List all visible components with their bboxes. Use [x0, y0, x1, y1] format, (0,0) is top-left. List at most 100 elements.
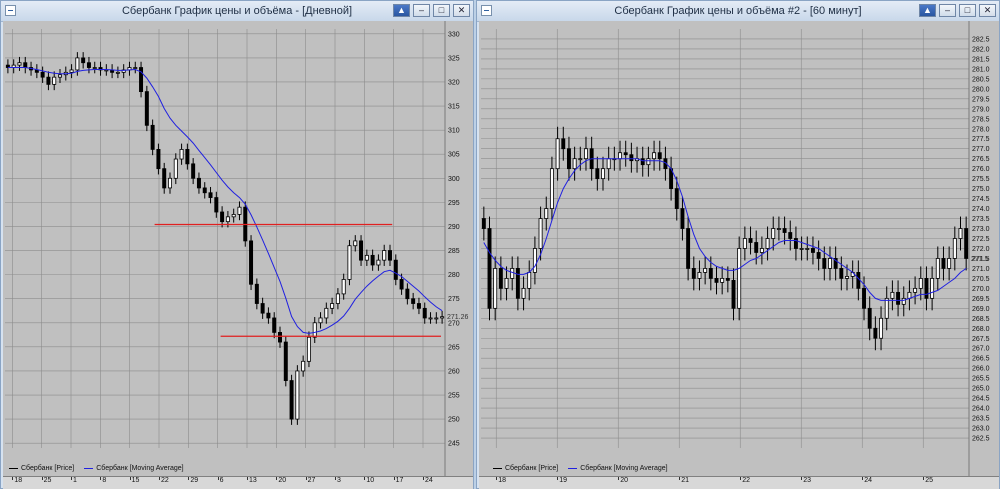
candle-body — [805, 248, 810, 250]
x-tick-label: 23 — [803, 477, 812, 484]
x-tick-mark — [862, 477, 864, 480]
x-tick-mark — [364, 477, 366, 480]
daily-chart-window[interactable]: Сбербанк График цены и объёма - [Дневной… — [0, 0, 474, 489]
price-legend-swatch — [493, 468, 502, 469]
x-tick-label: 15 — [131, 477, 140, 484]
y-tick-label: 268.5 — [972, 316, 990, 323]
candle-body — [17, 62, 22, 66]
x-tick-label: 25 — [43, 477, 52, 484]
candle-body — [640, 158, 645, 166]
x-tick-mark — [247, 477, 248, 480]
x-tick-label: 8 — [102, 477, 107, 484]
price-chart-area[interactable]: 245 250 255 260 265 270 275 280 285 290 295 300 305 3… — [3, 21, 473, 476]
candle-body — [759, 248, 764, 253]
x-tick-mark — [496, 477, 498, 480]
candle-body — [879, 317, 884, 339]
candle-body — [278, 332, 282, 343]
candle-body — [388, 250, 392, 261]
x-tick-mark — [12, 477, 14, 480]
y-tick-label: 270.5 — [972, 276, 990, 283]
minimize-button[interactable]: – — [939, 4, 956, 17]
y-tick-label: 275 — [448, 296, 460, 303]
candle-body — [566, 148, 571, 170]
maximize-button[interactable]: □ — [433, 4, 450, 17]
x-tick-label: 27 — [307, 477, 316, 484]
y-tick-label: 245 — [448, 441, 460, 448]
candlestick-chart: 262.5 263.0 263.5 264.0 264.5 265.0 265.5 266.0… — [481, 21, 990, 476]
x-tick-mark — [393, 477, 395, 480]
x-tick-mark — [679, 477, 681, 480]
y-tick-label: 274.5 — [972, 196, 990, 203]
candle-body — [947, 258, 952, 269]
candle-body — [952, 238, 957, 259]
candle-body — [52, 76, 57, 85]
y-tick-label: 330 — [448, 31, 460, 38]
y-tick-label: 273.0 — [972, 226, 990, 233]
window-titlebar[interactable]: Сбербанк График цены и объёма - [Дневной… — [1, 1, 473, 22]
pin-icon[interactable]: ▲ — [919, 4, 936, 17]
y-tick-label: 300 — [448, 176, 460, 183]
candle-body — [691, 268, 696, 279]
y-tick-label: 305 — [448, 152, 460, 159]
candle-body — [225, 216, 230, 223]
moving-average-line — [7, 67, 443, 334]
candle-body — [23, 62, 28, 68]
candle-body — [816, 252, 821, 259]
pin-icon[interactable]: ▲ — [393, 4, 410, 17]
candle-body — [370, 254, 375, 266]
y-tick-label: 282.0 — [972, 46, 990, 53]
candle-body — [81, 57, 86, 64]
hourly-chart-window[interactable]: Сбербанк График цены и объёма #2 - [60 м… — [476, 0, 1000, 489]
x-tick-mark — [618, 477, 620, 480]
candle-body — [538, 218, 543, 249]
y-tick-label: 278.0 — [972, 126, 990, 133]
legend-price: Сбербанк [Price] — [21, 465, 75, 472]
y-tick-label: 255 — [448, 393, 460, 400]
candle-body — [376, 259, 381, 266]
candle-body — [527, 272, 532, 289]
x-tick-mark — [129, 477, 131, 480]
window-titlebar[interactable]: Сбербанк График цены и объёма #2 - [60 м… — [477, 1, 999, 22]
minimize-button[interactable]: – — [413, 4, 430, 17]
candle-body — [788, 232, 793, 239]
candle-body — [353, 240, 358, 247]
maximize-button[interactable]: □ — [959, 4, 976, 17]
price-chart-area[interactable]: 262.5 263.0 263.5 264.0 264.5 265.0 265.5 266.0… — [479, 21, 999, 476]
close-button[interactable]: ✕ — [979, 4, 996, 17]
candle-body — [720, 278, 725, 283]
x-tick-mark — [801, 477, 803, 480]
x-tick-mark — [71, 477, 72, 480]
y-tick-label: 295 — [448, 200, 460, 207]
candle-body — [561, 138, 566, 150]
candle-body — [422, 307, 427, 319]
candle-body — [584, 148, 588, 160]
y-tick-label: 265.0 — [972, 386, 990, 393]
x-tick-label: 17 — [395, 477, 404, 484]
candle-body — [347, 245, 352, 280]
y-tick-label: 275.5 — [972, 176, 990, 183]
x-axis: 18 19 20 21 22 23 24 25 — [479, 476, 999, 489]
candle-body — [646, 158, 651, 166]
y-tick-label: 325 — [448, 55, 460, 62]
candle-body — [330, 303, 335, 309]
candle-body — [69, 69, 74, 73]
candle-body — [220, 211, 225, 223]
last-price-label: 271.26 — [447, 314, 469, 321]
y-tick-label: 264.0 — [972, 406, 990, 413]
candle-body — [737, 248, 742, 309]
close-button[interactable]: ✕ — [453, 4, 470, 17]
candle-body — [629, 154, 634, 162]
candle-body — [776, 228, 781, 230]
y-tick-label: 270 — [448, 320, 460, 327]
x-tick-label: 13 — [249, 477, 257, 484]
y-tick-label: 280.5 — [972, 76, 990, 83]
candle-body — [46, 76, 51, 85]
candle-body — [935, 258, 940, 279]
candle-body — [521, 287, 526, 299]
y-tick-label: 279.0 — [972, 106, 990, 113]
candle-body — [618, 152, 622, 160]
candle-body — [104, 69, 109, 72]
candle-body — [742, 238, 747, 249]
x-tick-mark — [188, 477, 190, 480]
candle-body — [913, 287, 918, 293]
